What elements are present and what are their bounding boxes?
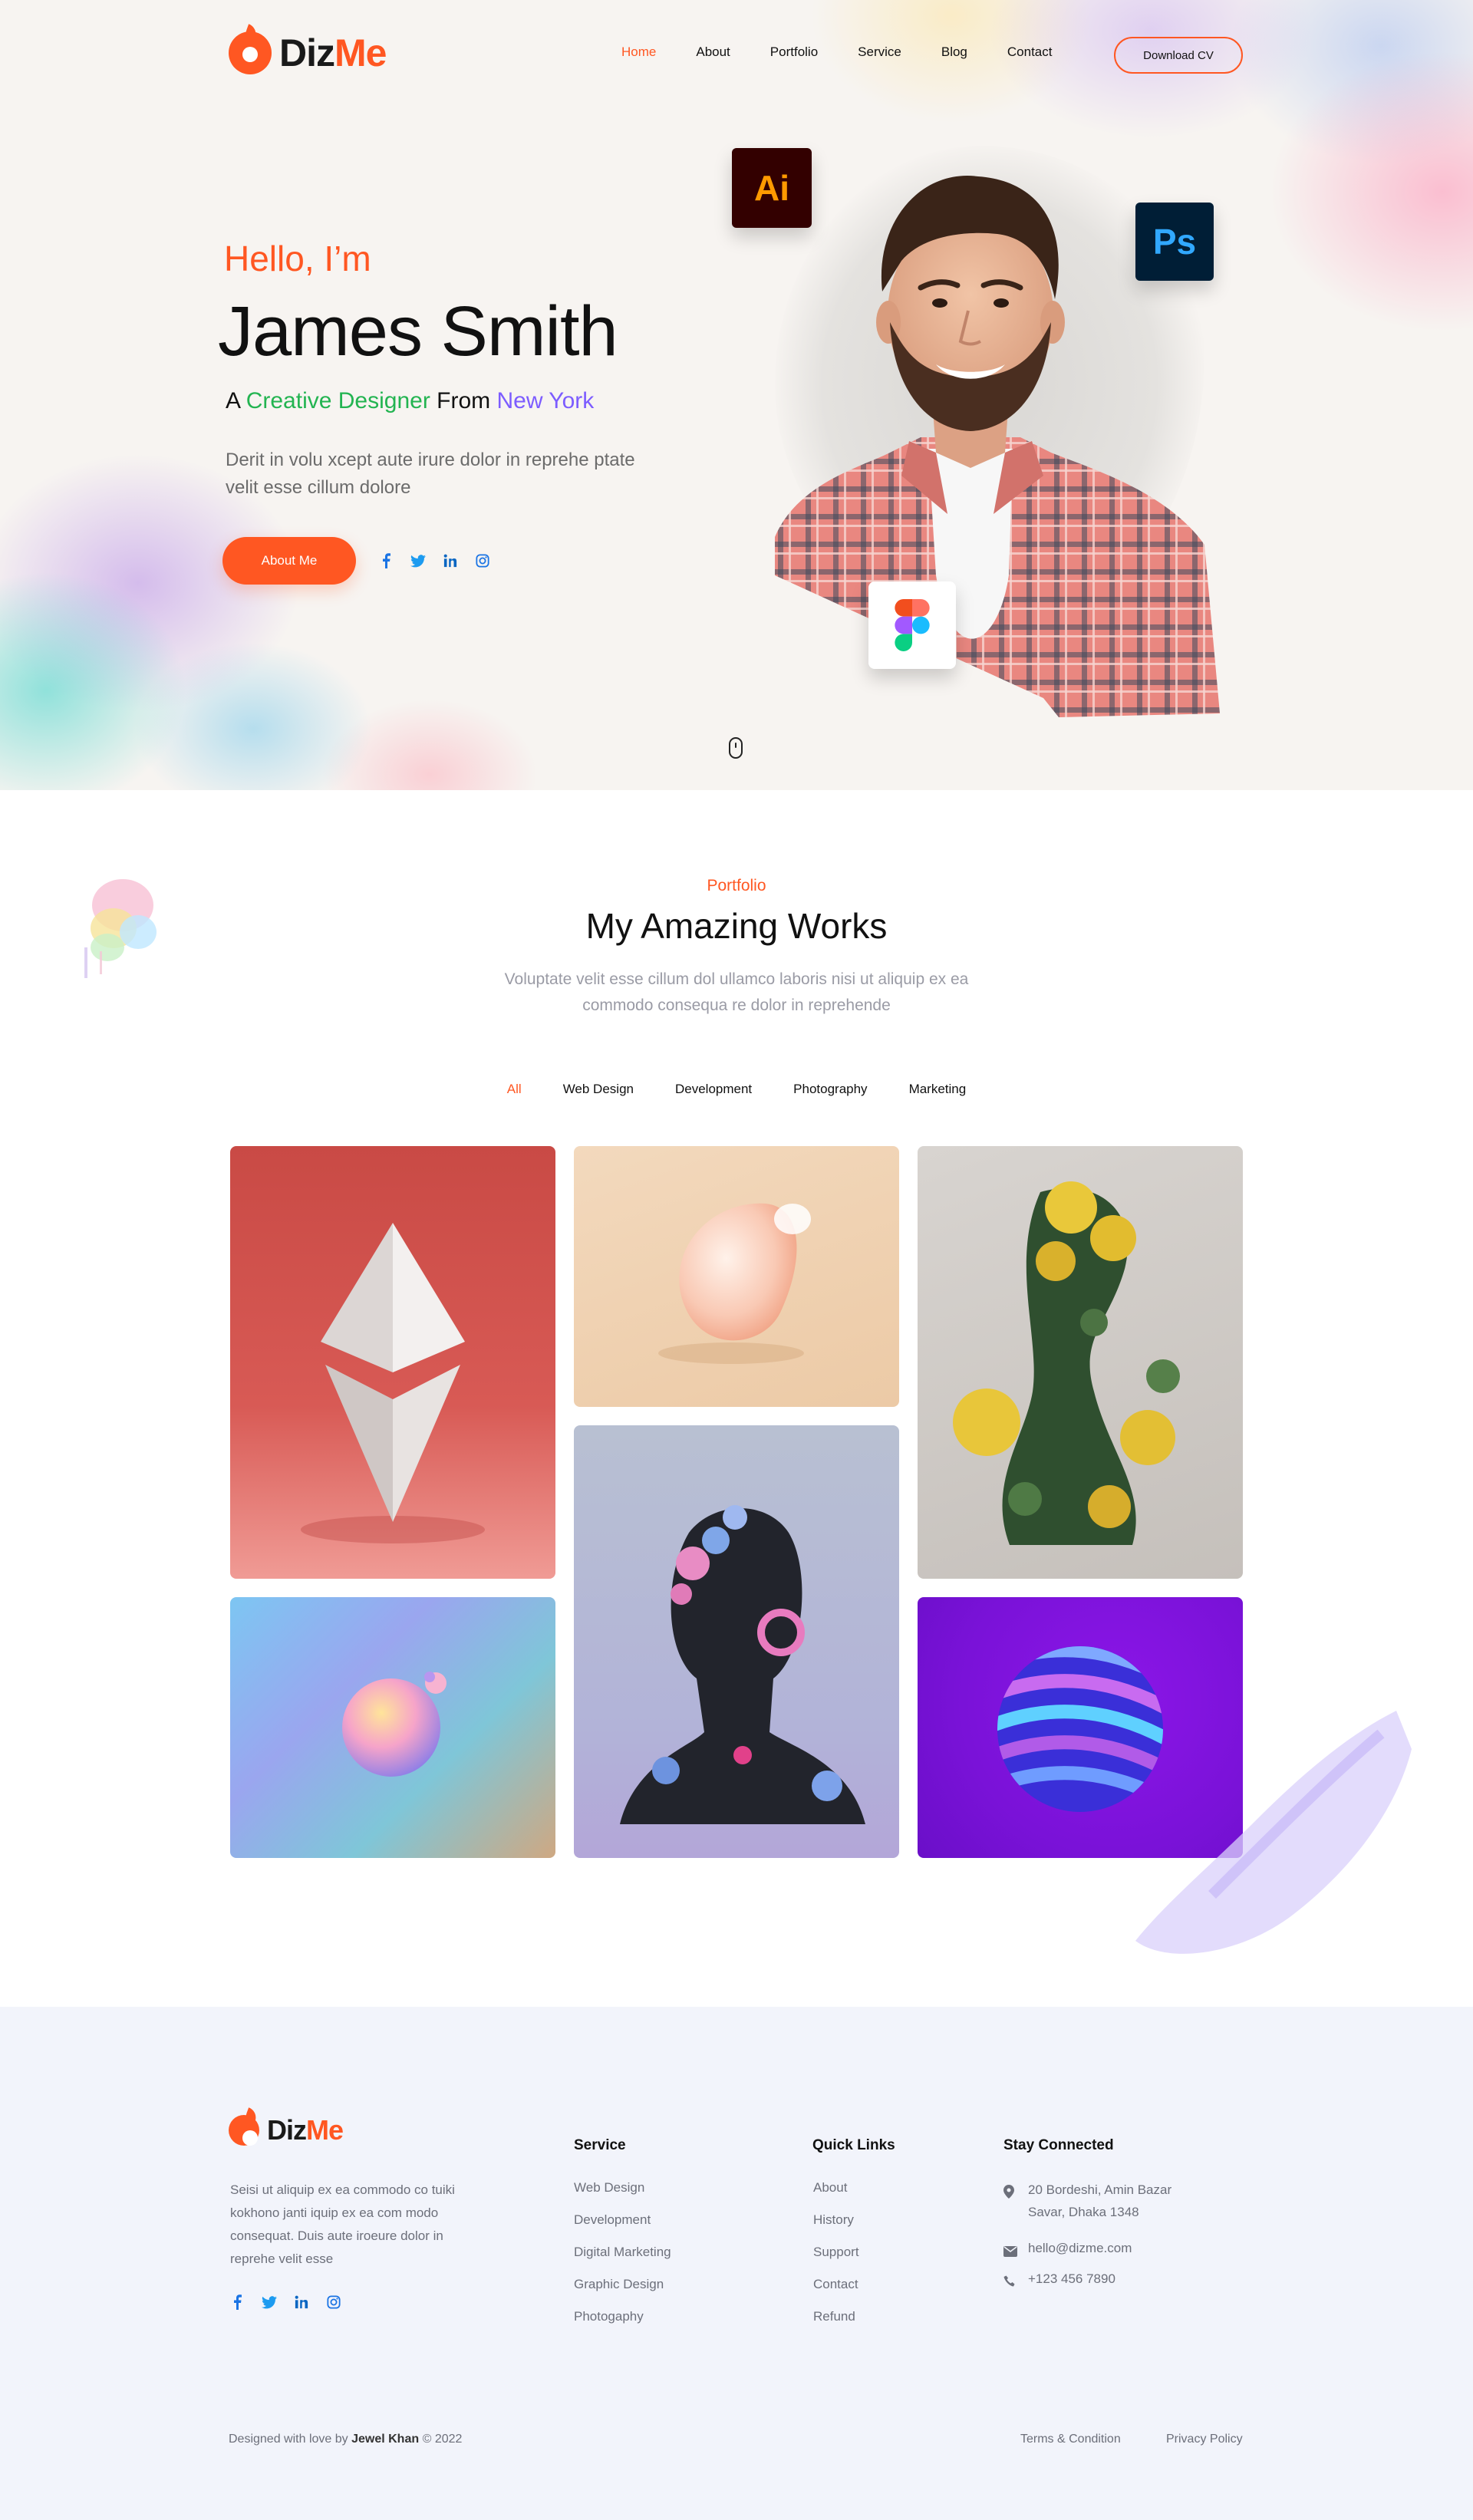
download-cv-button[interactable]: Download CV [1114,37,1243,74]
hero-greeting: Hello, I’m [224,239,371,278]
location-pin-icon [1003,2179,1017,2223]
footer-service-list: Web Design Development Digital Marketing… [574,2180,671,2341]
footer-link-development[interactable]: Development [574,2212,671,2245]
photoshop-icon: Ps [1135,203,1214,281]
envelope-icon [1003,2237,1017,2264]
footer-link-about[interactable]: About [813,2180,859,2212]
footer-link-digital-marketing[interactable]: Digital Marketing [574,2245,671,2277]
footer-logo-mark-icon [229,2115,259,2146]
nav-blog[interactable]: Blog [941,44,967,60]
footer-link-photography[interactable]: Photogaphy [574,2309,671,2341]
tagline-from: From [437,388,491,413]
tagline-role: Creative Designer [246,388,430,413]
filter-all[interactable]: All [507,1082,522,1097]
twitter-icon[interactable] [410,552,427,569]
filter-photography[interactable]: Photography [793,1082,867,1097]
portfolio-eyebrow: Portfolio [707,877,766,894]
portfolio-description: Voluptate velit esse cillum dol ullamco … [504,970,969,1014]
instagram-icon[interactable] [474,552,491,569]
nav-service[interactable]: Service [858,44,901,60]
site-footer [0,2007,1473,2520]
email-link[interactable]: hello@dizme.com [1028,2237,1132,2264]
hero-section: DizMe Home About Portfolio Service Blog … [0,0,1473,790]
nav-portfolio[interactable]: Portfolio [770,44,818,60]
tagline-city: New York [496,388,595,413]
nav-home[interactable]: Home [621,44,656,60]
hero-name: James Smith [218,292,618,371]
footer-link-graphic-design[interactable]: Graphic Design [574,2277,671,2309]
copyright-prefix: Designed with love by [229,2433,348,2446]
footer-logo[interactable]: DizMe [229,2114,344,2146]
footer-email: hello@dizme.com [1003,2237,1132,2264]
filter-web-design[interactable]: Web Design [563,1082,634,1097]
brand-logo[interactable]: DizMe [229,31,387,75]
nav-about[interactable]: About [696,44,730,60]
portfolio-item-flower-bust[interactable] [918,1146,1243,1579]
copyright-author[interactable]: Jewel Khan [351,2433,419,2446]
footer-link-web-design[interactable]: Web Design [574,2180,671,2212]
tagline-prefix: A [226,388,240,413]
privacy-link[interactable]: Privacy Policy [1166,2433,1243,2446]
logo-text-part1: Diz [279,31,335,74]
copyright-text: Designed with love by Jewel Khan © 2022 [229,2433,462,2446]
about-me-button[interactable]: About Me [222,537,356,585]
portfolio-filter-tabs: All Web Design Development Photography M… [0,1082,1473,1097]
phone-icon [1003,2268,1017,2294]
terms-link[interactable]: Terms & Condition [1020,2433,1121,2446]
instagram-icon[interactable] [325,2294,342,2311]
address-line-2: Savar, Dhaka 1348 [1028,2205,1139,2219]
main-nav: Home About Portfolio Service Blog Contac… [621,44,1092,60]
nav-contact[interactable]: Contact [1007,44,1053,60]
footer-logo-part2: Me [306,2114,344,2146]
linkedin-icon[interactable] [293,2294,310,2311]
linkedin-icon[interactable] [442,552,459,569]
address-line-1: 20 Bordeshi, Amin Bazar [1028,2182,1172,2197]
hero-description: Derit in volu xcept aute irure dolor in … [226,450,635,498]
hero-tagline: A Creative Designer From New York [226,388,594,414]
hero-social-links [377,552,491,569]
footer-about-text: Seisi ut aliquip ex ea commodo co tuiki … [230,2182,455,2266]
logo-mark-icon [229,31,272,74]
scroll-down-mouse-icon[interactable] [729,737,743,759]
illustrator-icon: Ai [732,148,812,228]
footer-quick-links-title: Quick Links [812,2137,895,2153]
logo-text-part2: Me [334,31,387,74]
portfolio-item-gradient-sphere[interactable] [230,1597,555,1858]
portfolio-item-face-sculpture[interactable] [574,1425,899,1858]
footer-link-support[interactable]: Support [813,2245,859,2277]
footer-link-refund[interactable]: Refund [813,2309,859,2341]
footer-link-contact[interactable]: Contact [813,2277,859,2309]
footer-link-history[interactable]: History [813,2212,859,2245]
brush-stroke-decoration [1135,1711,1412,1954]
filter-development[interactable]: Development [675,1082,752,1097]
filter-marketing[interactable]: Marketing [909,1082,967,1097]
phone-link[interactable]: +123 456 7890 [1028,2268,1115,2294]
copyright-year: © 2022 [422,2433,463,2446]
portfolio-item-ethereum[interactable] [230,1146,555,1579]
footer-service-title: Service [574,2137,626,2153]
facebook-icon[interactable] [377,552,394,569]
twitter-icon[interactable] [261,2294,278,2311]
footer-stay-connected-title: Stay Connected [1003,2137,1114,2153]
figma-icon [868,581,956,669]
portfolio-title: My Amazing Works [585,906,888,946]
footer-quick-links-list: About History Support Contact Refund [813,2180,859,2341]
footer-logo-part1: Diz [267,2114,307,2146]
footer-phone: +123 456 7890 [1003,2268,1115,2294]
portfolio-item-pastel-egg[interactable] [574,1146,899,1407]
footer-address: 20 Bordeshi, Amin Bazar Savar, Dhaka 134… [1003,2179,1171,2223]
footer-social-links [229,2294,342,2311]
facebook-icon[interactable] [229,2294,246,2311]
